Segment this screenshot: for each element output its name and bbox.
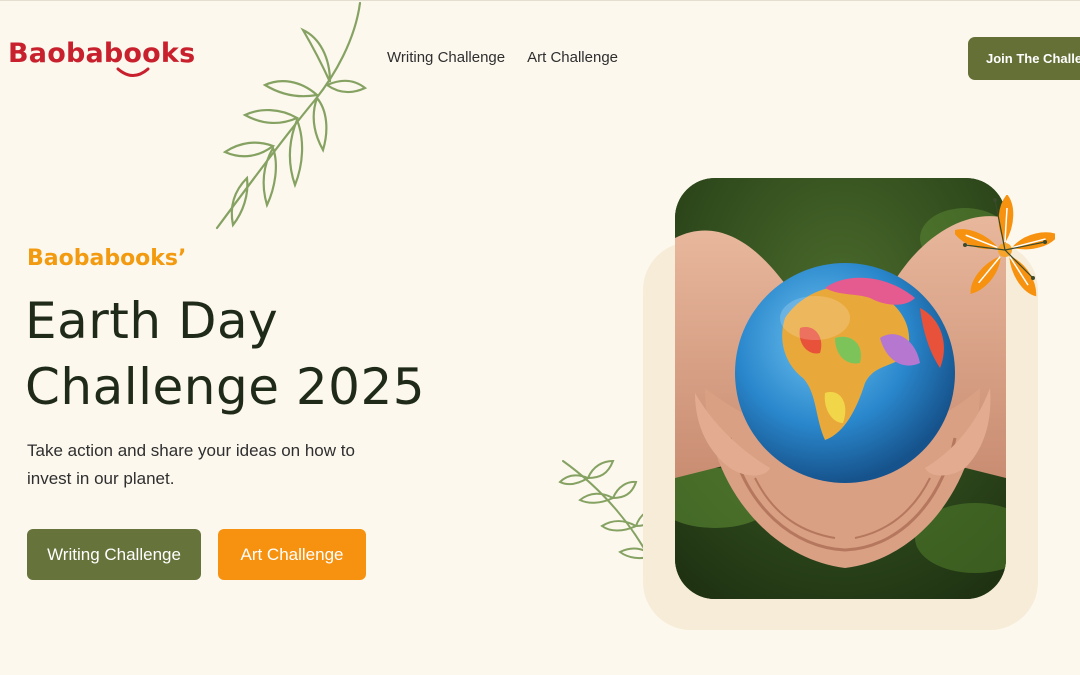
page-title: Earth Day Challenge 2025: [25, 288, 425, 420]
leaf-branch-icon: [215, 1, 368, 230]
logo-text: Baobabooks: [8, 38, 196, 69]
art-challenge-button[interactable]: Art Challenge: [218, 529, 366, 580]
hero-subtitle: Take action and share your ideas on how …: [27, 441, 355, 488]
title-line-1: Earth Day: [25, 292, 279, 350]
nav-art-challenge[interactable]: Art Challenge: [527, 49, 618, 66]
nav-writing-challenge[interactable]: Writing Challenge: [387, 49, 505, 66]
smile-icon: [116, 67, 150, 77]
flower-icon: [955, 195, 1055, 297]
title-line-2: Challenge 2025: [25, 358, 426, 416]
hero-eyebrow: Baobabooks’: [27, 246, 187, 271]
main-nav: Writing Challenge Art Challenge: [387, 49, 618, 66]
brand-logo[interactable]: Baobabooks: [8, 38, 195, 69]
top-divider: [0, 0, 1080, 1]
writing-challenge-button[interactable]: Writing Challenge: [27, 529, 201, 580]
join-challenge-button[interactable]: Join The Challenge: [968, 37, 1080, 80]
